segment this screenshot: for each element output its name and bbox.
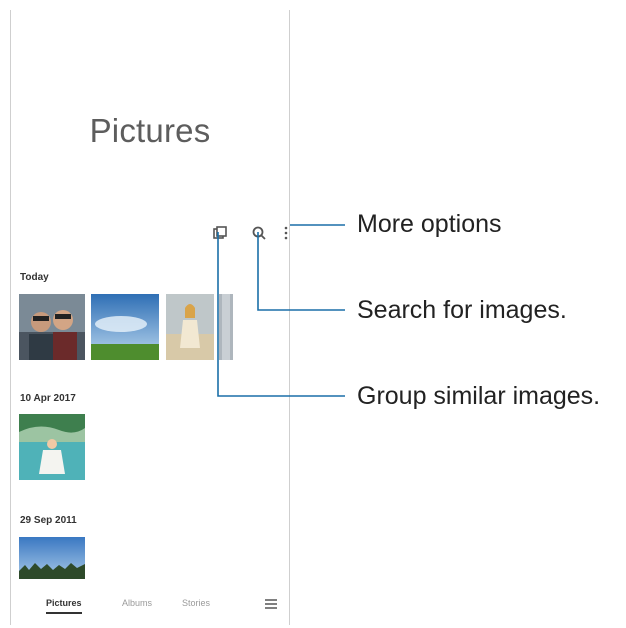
section-date: 29 Sep 2011 xyxy=(20,515,77,526)
photo-thumbnail[interactable] xyxy=(91,294,159,360)
more-options-icon[interactable] xyxy=(282,224,290,242)
page-title: Pictures xyxy=(89,112,211,149)
section-date: Today xyxy=(20,272,49,283)
photo-thumbnail[interactable] xyxy=(19,414,85,480)
photo-thumbnail[interactable] xyxy=(19,294,85,360)
tab-stories[interactable]: Stories xyxy=(182,598,210,608)
tab-pictures[interactable]: Pictures xyxy=(46,598,82,614)
menu-icon[interactable] xyxy=(264,598,278,610)
phone-screen: Pictures Today 10 Apr 2017 29 Sep 2011 P… xyxy=(10,10,290,625)
photo-thumbnail[interactable] xyxy=(166,294,214,360)
callout-group-similar: Group similar images. xyxy=(357,382,601,410)
callout-search: Search for images. xyxy=(357,296,567,324)
search-icon[interactable] xyxy=(250,224,268,242)
tab-albums[interactable]: Albums xyxy=(122,598,152,608)
group-similar-icon[interactable] xyxy=(211,224,229,242)
photo-thumbnail[interactable] xyxy=(19,537,85,579)
bottom-navigation: Pictures Albums Stories xyxy=(11,598,289,622)
photo-thumbnail[interactable] xyxy=(219,294,233,360)
callout-more-options: More options xyxy=(357,210,502,238)
section-date: 10 Apr 2017 xyxy=(20,393,76,404)
